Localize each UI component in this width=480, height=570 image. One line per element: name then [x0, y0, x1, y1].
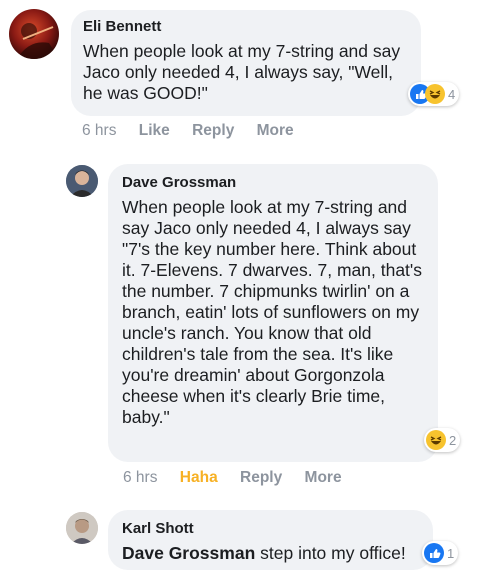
reaction-count: 2	[449, 432, 457, 448]
haha-icon	[425, 84, 445, 104]
comment-bubble-karl: Karl Shott Dave Grossman step into my of…	[108, 510, 433, 570]
comment-text-body: step into my office!	[255, 543, 406, 563]
comment-actions: 6 hrs Like Reply More	[82, 122, 312, 140]
more-button[interactable]: More	[257, 122, 294, 139]
reaction-summary[interactable]: 4	[408, 82, 460, 106]
avatar-image	[66, 165, 98, 197]
comment-timestamp[interactable]: 6 hrs	[123, 469, 157, 486]
comment-text: When people look at my 7-string and say …	[122, 197, 423, 427]
comment-author[interactable]: Dave Grossman	[122, 174, 426, 191]
comment-author[interactable]: Eli Bennett	[83, 18, 409, 35]
reaction-summary[interactable]: 2	[424, 428, 461, 452]
reaction-count: 1	[447, 545, 455, 561]
comment-actions: 6 hrs Haha Reply More	[123, 469, 360, 487]
reply-button[interactable]: Reply	[240, 469, 282, 486]
comment-bubble-dave: Dave Grossman When people look at my 7-s…	[108, 164, 438, 462]
avatar-dave-grossman[interactable]	[66, 165, 98, 197]
more-button[interactable]: More	[305, 469, 342, 486]
avatar-image	[66, 512, 98, 544]
reaction-summary[interactable]: 1	[422, 541, 459, 565]
avatar-karl-shott[interactable]	[66, 512, 98, 544]
comment-text: When people look at my 7-string and say …	[83, 41, 401, 103]
comment-text: Dave Grossman step into my office!	[122, 543, 421, 564]
comment-bubble-eli: Eli Bennett When people look at my 7-str…	[71, 10, 421, 116]
reply-button[interactable]: Reply	[192, 122, 234, 139]
haha-icon	[426, 430, 446, 450]
like-button[interactable]: Like	[139, 122, 170, 139]
mention-link[interactable]: Dave Grossman	[122, 543, 255, 563]
avatar-image	[17, 23, 59, 59]
comment-author[interactable]: Karl Shott	[122, 520, 421, 537]
haha-reaction-button[interactable]: Haha	[180, 469, 218, 486]
avatar-eli-bennett[interactable]	[9, 9, 59, 59]
like-icon	[424, 543, 444, 563]
comment-timestamp[interactable]: 6 hrs	[82, 122, 116, 139]
reaction-count: 4	[448, 86, 456, 102]
